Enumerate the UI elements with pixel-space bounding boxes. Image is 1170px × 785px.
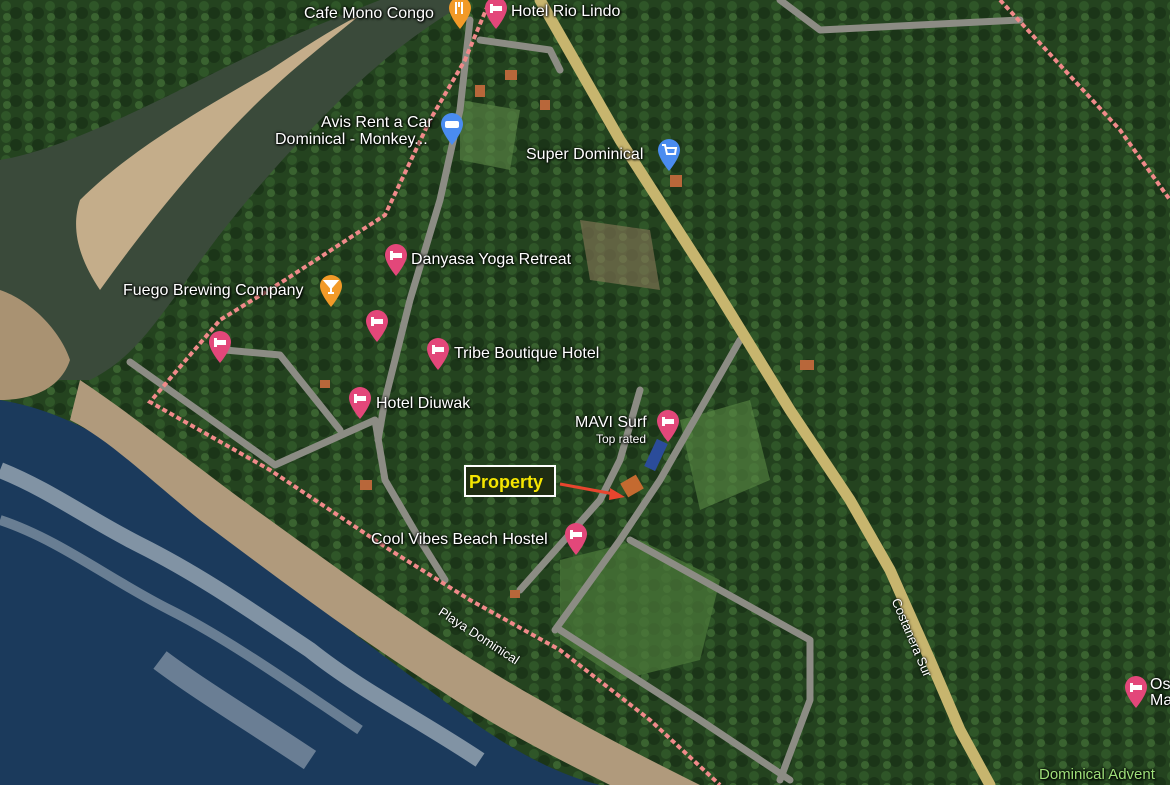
- label-cool-vibes[interactable]: Cool Vibes Beach Hostel: [371, 531, 548, 549]
- label-super-dominical[interactable]: Super Dominical: [526, 146, 643, 164]
- bed-icon[interactable]: [347, 386, 373, 420]
- cocktail-icon[interactable]: [318, 274, 344, 308]
- car-icon[interactable]: [439, 112, 465, 146]
- label-tribe[interactable]: Tribe Boutique Hotel: [454, 345, 599, 363]
- label-danyasa[interactable]: Danyasa Yoga Retreat: [411, 251, 571, 269]
- cart-icon[interactable]: [656, 138, 682, 172]
- fork-knife-icon[interactable]: [447, 0, 473, 30]
- label-hotel-rio-lindo[interactable]: Hotel Rio Lindo: [511, 3, 620, 21]
- label-avis-line2[interactable]: Dominical - Monkey...: [275, 131, 428, 149]
- bed-icon[interactable]: [425, 337, 451, 371]
- bed-icon[interactable]: [483, 0, 509, 30]
- label-diuwak[interactable]: Hotel Diuwak: [376, 395, 470, 413]
- field-4: [580, 220, 660, 290]
- bed-icon[interactable]: [1123, 675, 1149, 709]
- label-os-line2[interactable]: Ma: [1150, 692, 1170, 710]
- bed-icon[interactable]: [563, 522, 589, 556]
- field-3: [460, 100, 520, 170]
- label-dominical-adventures[interactable]: Dominical Advent: [1039, 766, 1155, 784]
- label-avis-line1[interactable]: Avis Rent a Car: [321, 114, 433, 132]
- label-cafe-mono-congo[interactable]: Cafe Mono Congo: [304, 5, 434, 23]
- property-label: Property: [469, 472, 544, 492]
- bed-icon[interactable]: [364, 309, 390, 343]
- bed-icon[interactable]: [655, 409, 681, 443]
- label-fuego[interactable]: Fuego Brewing Company: [123, 282, 304, 300]
- bed-icon[interactable]: [383, 243, 409, 277]
- satellite-map[interactable]: [0, 0, 1170, 785]
- label-mavi-sub: Top rated: [596, 432, 647, 446]
- bed-icon[interactable]: [207, 330, 233, 364]
